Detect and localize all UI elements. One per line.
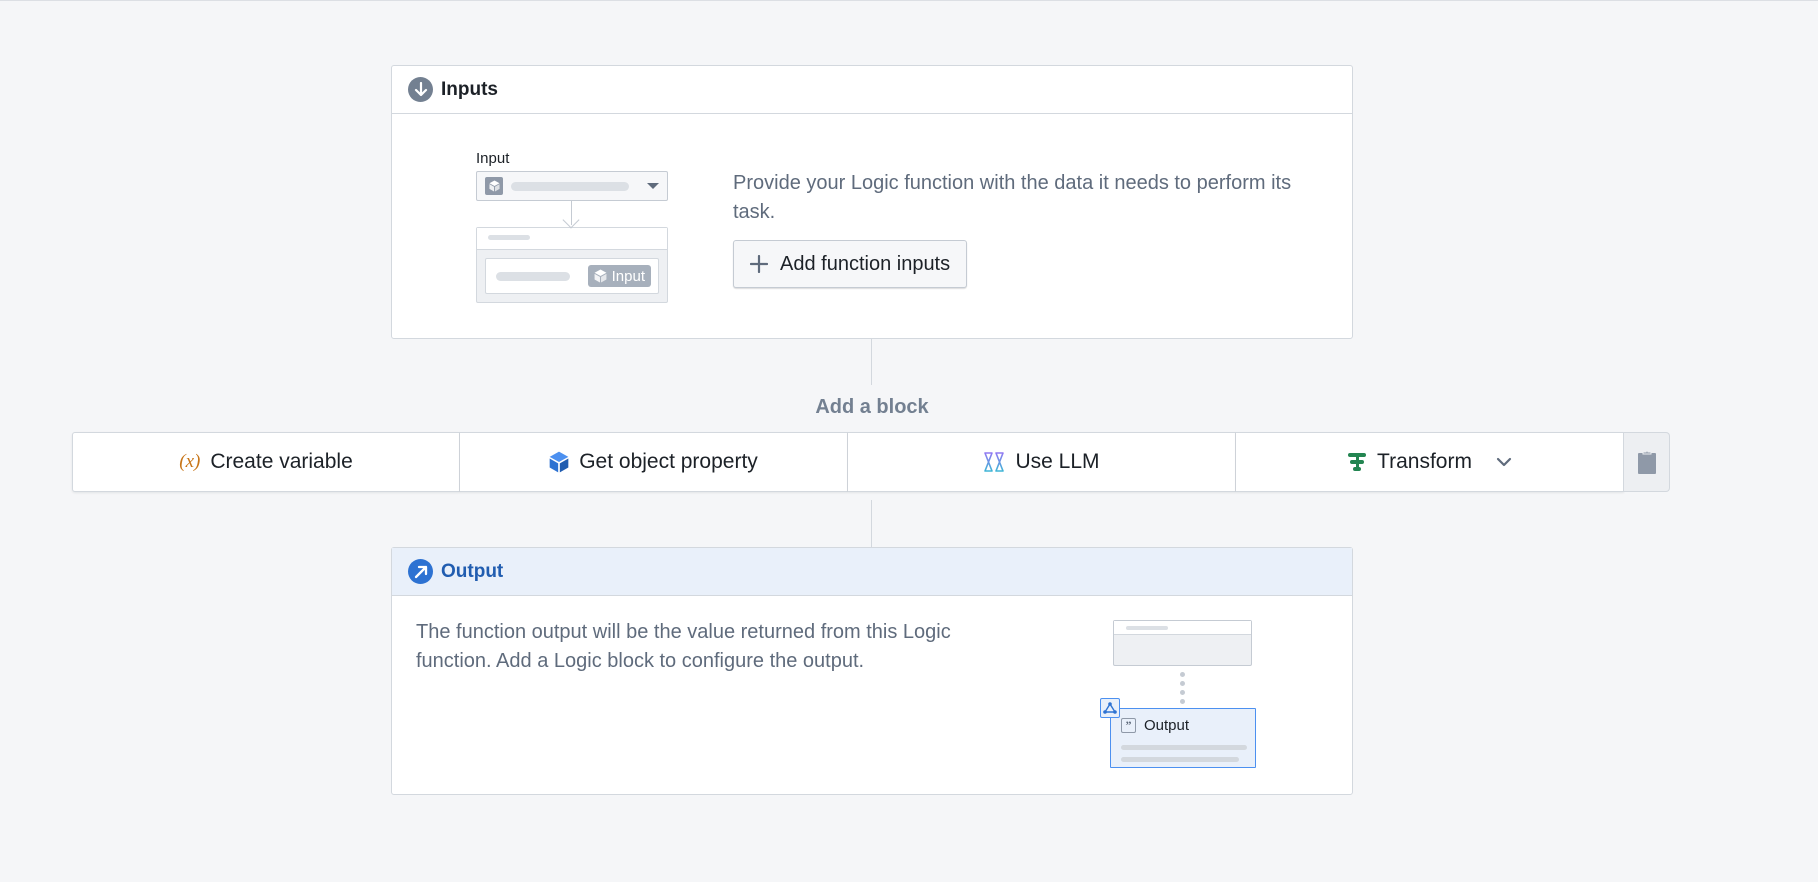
add-function-inputs-label: Add function inputs	[780, 252, 951, 275]
get-object-property-button[interactable]: Get object property	[460, 432, 848, 492]
inputs-card-header: Inputs	[392, 66, 1352, 114]
transform-button[interactable]: Transform	[1236, 432, 1624, 492]
output-title: Output	[441, 560, 504, 582]
arrow-down-icon	[476, 201, 668, 229]
create-variable-button[interactable]: (x) Create variable	[72, 432, 460, 492]
use-llm-label: Use LLM	[1015, 450, 1100, 473]
arrow-down-circle-icon	[408, 77, 433, 102]
illustration-output-block: ” Output	[1100, 698, 1256, 768]
illustration-input-tag: Input	[587, 265, 651, 287]
transform-label: Transform	[1377, 450, 1472, 473]
inputs-illustration: Input Input	[476, 150, 668, 303]
placeholder-bar	[1121, 757, 1239, 762]
output-description: The function output will be the value re…	[416, 621, 951, 672]
create-variable-label: Create variable	[210, 450, 353, 473]
illustration-block: Input	[476, 227, 668, 303]
illustration-block	[1113, 620, 1252, 666]
chevron-down-icon	[1496, 457, 1512, 467]
paste-block-button[interactable]	[1624, 432, 1670, 492]
connector-line	[871, 500, 872, 547]
placeholder-bar	[511, 181, 629, 191]
add-block-label: Add a block	[815, 396, 929, 418]
inputs-card: Inputs Input Input Provide your Logic fu…	[391, 65, 1353, 339]
cube-icon	[594, 269, 607, 283]
transform-icon	[1348, 453, 1367, 471]
inputs-title: Inputs	[441, 78, 498, 100]
caret-down-icon	[647, 183, 659, 189]
plus-icon	[750, 255, 768, 273]
illustration-tag-label: Input	[611, 267, 645, 285]
get-object-property-label: Get object property	[579, 450, 758, 473]
clipboard-icon	[1637, 450, 1656, 474]
quote-icon: ”	[1121, 718, 1136, 733]
illustration-input-label: Input	[476, 150, 510, 167]
output-node-icon	[1100, 698, 1120, 718]
add-function-inputs-button[interactable]: Add function inputs	[733, 240, 968, 288]
output-card: Output The function output will be the v…	[391, 547, 1353, 795]
output-card-header: Output	[392, 548, 1352, 596]
connector-line	[871, 339, 872, 385]
cube-icon	[485, 177, 503, 195]
placeholder-bar	[1121, 745, 1247, 750]
llm-icon	[984, 452, 1005, 472]
illustration-select	[476, 171, 668, 201]
arrow-up-right-circle-icon	[408, 559, 433, 584]
use-llm-button[interactable]: Use LLM	[848, 432, 1236, 492]
illustration-output-label: Output	[1144, 717, 1190, 734]
variable-icon: (x)	[179, 451, 201, 472]
output-illustration: ” Output	[1100, 620, 1258, 770]
cube-icon	[549, 451, 569, 473]
add-block-toolbar: (x) Create variable Get object property …	[72, 432, 1670, 492]
placeholder-bar	[496, 271, 570, 281]
dotted-connector	[1180, 672, 1185, 704]
inputs-description: Provide your Logic function with the dat…	[733, 172, 1292, 223]
